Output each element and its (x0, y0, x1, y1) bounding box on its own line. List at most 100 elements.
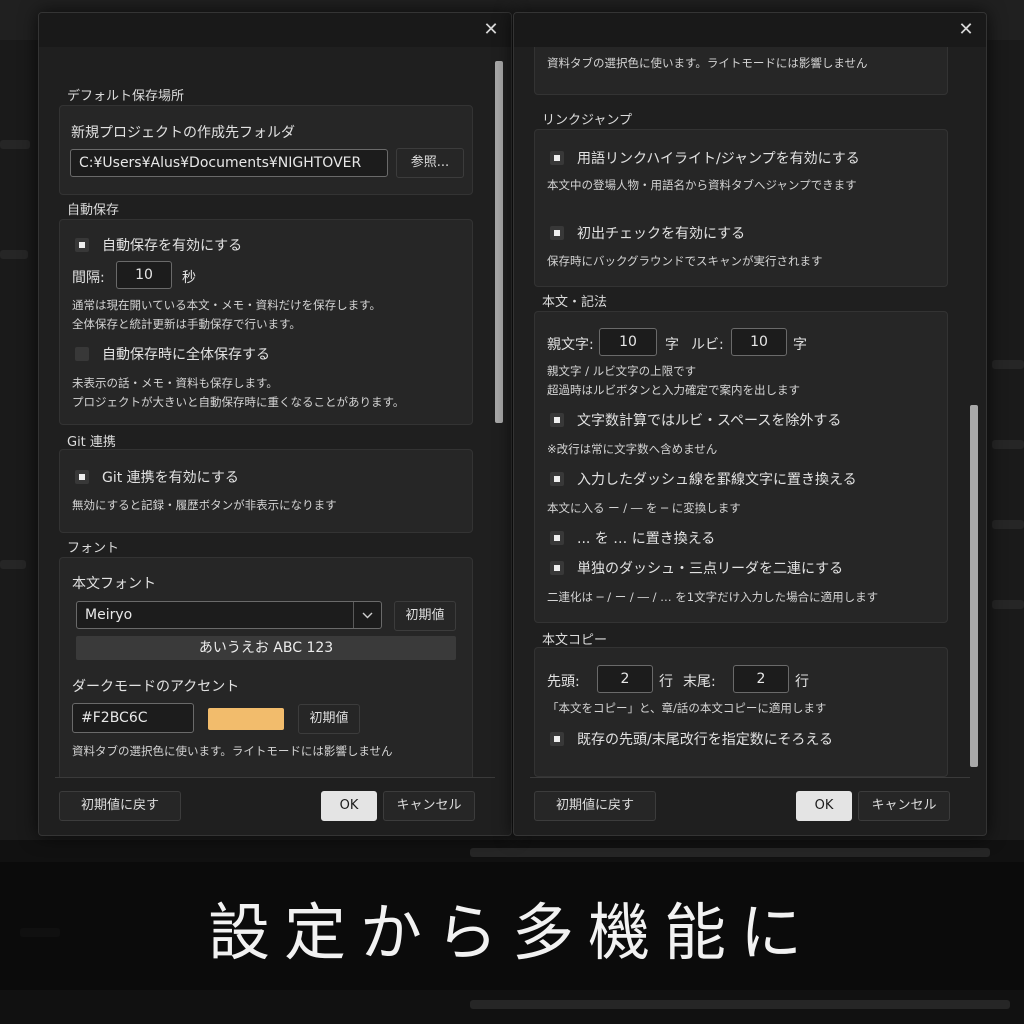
head-lines-input[interactable]: 2 (597, 665, 653, 693)
accent-note: 資料タブの選択色に使います。ライトモードには影響しません (547, 56, 868, 70)
settings-scroll-area[interactable]: 資料タブの選択色に使います。ライトモードには影響しません リンクジャンプ 用語リ… (514, 47, 984, 777)
first-appearance-note: 保存時にバックグラウンドでスキャンが実行されます (547, 254, 823, 268)
background-text-line (0, 140, 30, 149)
interval-label: 間隔: (72, 270, 105, 286)
autosave-note-line: 全体保存と統計更新は手動保存で行います。 (72, 317, 301, 331)
accent-color-input[interactable]: #F2BC6C (72, 703, 194, 733)
head-lines-unit: 行 (659, 674, 673, 690)
double-dash-checkbox[interactable] (550, 561, 564, 575)
folder-path-input[interactable]: C:¥Users¥Alus¥Documents¥NIGHTOVER (70, 149, 388, 177)
scrollbar-thumb[interactable] (495, 61, 503, 423)
interval-input[interactable]: 10 (116, 261, 172, 289)
chevron-down-icon[interactable] (353, 602, 381, 628)
background-text-line (992, 520, 1024, 529)
term-highlight-label[interactable]: 用語リンクハイライト/ジャンプを有効にする (577, 148, 860, 168)
close-icon[interactable]: ✕ (479, 18, 503, 42)
settings-dialog-left: ✕ デフォルト保存場所 新規プロジェクトの作成先フォルダ C:¥Users¥Al… (38, 12, 512, 836)
font-group: 本文フォント Meiryo 初期値 あいうえお ABC 123 ダークモードのア… (59, 557, 473, 777)
accent-group-partial: 資料タブの選択色に使います。ライトモードには影響しません (534, 47, 948, 95)
git-enable-label[interactable]: Git 連携を有効にする (102, 467, 239, 487)
background-text-line (992, 440, 1024, 449)
scrollbar[interactable] (495, 61, 503, 775)
align-newlines-label[interactable]: 既存の先頭/末尾改行を指定数にそろえる (577, 729, 833, 749)
parent-char-limit-input[interactable]: 10 (599, 328, 657, 356)
ellipsis-replace-checkbox[interactable] (550, 531, 564, 545)
dash-replace-label[interactable]: 入力したダッシュ線を罫線文字に置き換える (577, 469, 857, 489)
limit-note-line: 超過時はルビボタンと入力確定で案内を出します (547, 383, 800, 397)
git-note: 無効にすると記録・履歴ボタンが非表示になります (72, 498, 337, 512)
git-enable-checkbox[interactable] (75, 470, 89, 484)
accent-reset-button[interactable]: 初期値 (298, 704, 360, 734)
tail-lines-unit: 行 (795, 674, 809, 690)
autosave-group: 自動保存を有効にする 間隔: 10 秒 通常は現在開いている本文・メモ・資料だけ… (59, 219, 473, 425)
autosave-enable-checkbox[interactable] (75, 238, 89, 252)
settings-scroll-area[interactable]: デフォルト保存場所 新規プロジェクトの作成先フォルダ C:¥Users¥Alus… (39, 47, 509, 777)
accent-note: 資料タブの選択色に使います。ライトモードには影響しません (72, 744, 393, 758)
exclude-ruby-checkbox[interactable] (550, 413, 564, 427)
reset-defaults-button[interactable]: 初期値に戻す (59, 791, 181, 821)
promo-caption: 設定から多機能に (207, 896, 816, 969)
interval-unit: 秒 (182, 270, 196, 286)
section-title-body-notation: 本文・記法 (542, 295, 608, 310)
dash-replace-checkbox[interactable] (550, 472, 564, 486)
footer-divider (530, 777, 970, 778)
full-save-note-line: プロジェクトが大きいと自動保存時に重くなることがあります。 (72, 395, 405, 409)
full-save-checkbox[interactable] (75, 347, 89, 361)
ok-button[interactable]: OK (796, 791, 852, 821)
folder-label: 新規プロジェクトの作成先フォルダ (71, 125, 295, 141)
settings-dialog-right: ✕ 資料タブの選択色に使います。ライトモードには影響しません リンクジャンプ 用… (513, 12, 987, 836)
accent-label: ダークモードのアクセント (72, 679, 240, 695)
scrollbar-thumb[interactable] (970, 405, 978, 767)
body-copy-group: 先頭: 2 行 末尾: 2 行 「本文をコピー」と、章/話の本文コピーに適用しま… (534, 647, 948, 777)
parent-char-label: 親文字: (547, 337, 594, 353)
scrollbar[interactable] (970, 61, 978, 775)
section-title-default-location: デフォルト保存場所 (67, 89, 185, 104)
ruby-unit: 字 (793, 337, 807, 353)
font-select[interactable]: Meiryo (76, 601, 382, 629)
git-group: Git 連携を有効にする 無効にすると記録・履歴ボタンが非表示になります (59, 449, 473, 533)
tail-lines-label: 末尾: (683, 674, 716, 690)
ruby-limit-input[interactable]: 10 (731, 328, 787, 356)
body-notation-group: 親文字: 10 字 ルビ: 10 字 親文字 / ルビ文字の上限です 超過時はル… (534, 311, 948, 623)
align-newlines-checkbox[interactable] (550, 732, 564, 746)
head-lines-label: 先頭: (547, 674, 580, 690)
section-title-autosave: 自動保存 (67, 203, 120, 218)
cancel-button[interactable]: キャンセル (858, 791, 950, 821)
tail-lines-input[interactable]: 2 (733, 665, 789, 693)
first-appearance-checkbox[interactable] (550, 226, 564, 240)
background-text-line (470, 848, 990, 857)
body-font-label: 本文フォント (72, 576, 156, 592)
cancel-button[interactable]: キャンセル (383, 791, 475, 821)
ruby-label: ルビ: (691, 337, 724, 353)
first-appearance-label[interactable]: 初出チェックを有効にする (577, 223, 745, 243)
background-text-line (470, 1000, 1010, 1009)
section-title-font: フォント (67, 541, 120, 556)
full-save-label[interactable]: 自動保存時に全体保存する (102, 344, 270, 364)
ellipsis-replace-label[interactable]: ... を … に置き換える (577, 528, 715, 548)
exclude-ruby-label[interactable]: 文字数計算ではルビ・スペースを除外する (577, 410, 841, 430)
background-text-line (992, 360, 1024, 369)
accent-color-swatch[interactable] (208, 708, 284, 730)
font-preview: あいうえお ABC 123 (76, 636, 456, 660)
section-title-git: Git 連携 (67, 435, 116, 450)
autosave-enable-label[interactable]: 自動保存を有効にする (102, 235, 242, 255)
section-title-body-copy: 本文コピー (542, 633, 608, 648)
term-highlight-checkbox[interactable] (550, 151, 564, 165)
default-location-group: 新規プロジェクトの作成先フォルダ C:¥Users¥Alus¥Documents… (59, 105, 473, 195)
footer-divider (55, 777, 495, 778)
browse-button[interactable]: 参照... (396, 148, 464, 178)
limit-note-line: 親文字 / ルビ文字の上限です (547, 364, 697, 378)
ok-button[interactable]: OK (321, 791, 377, 821)
dash-replace-note: 本文に入る ー / ― を ─ に変換します (547, 501, 741, 515)
section-title-link-jump: リンクジャンプ (542, 113, 632, 128)
background-text-line (992, 600, 1024, 609)
reset-defaults-button[interactable]: 初期値に戻す (534, 791, 656, 821)
background-text-line (0, 560, 26, 569)
autosave-note-line: 通常は現在開いている本文・メモ・資料だけを保存します。 (72, 298, 382, 312)
double-dash-label[interactable]: 単独のダッシュ・三点リーダを二連にする (577, 558, 843, 578)
parent-char-unit: 字 (665, 337, 679, 353)
font-reset-button[interactable]: 初期値 (394, 601, 456, 631)
term-highlight-note: 本文中の登場人物・用語名から資料タブへジャンプできます (547, 178, 857, 192)
exclude-ruby-note: ※改行は常に文字数へ含めません (547, 442, 718, 456)
close-icon[interactable]: ✕ (954, 18, 978, 42)
